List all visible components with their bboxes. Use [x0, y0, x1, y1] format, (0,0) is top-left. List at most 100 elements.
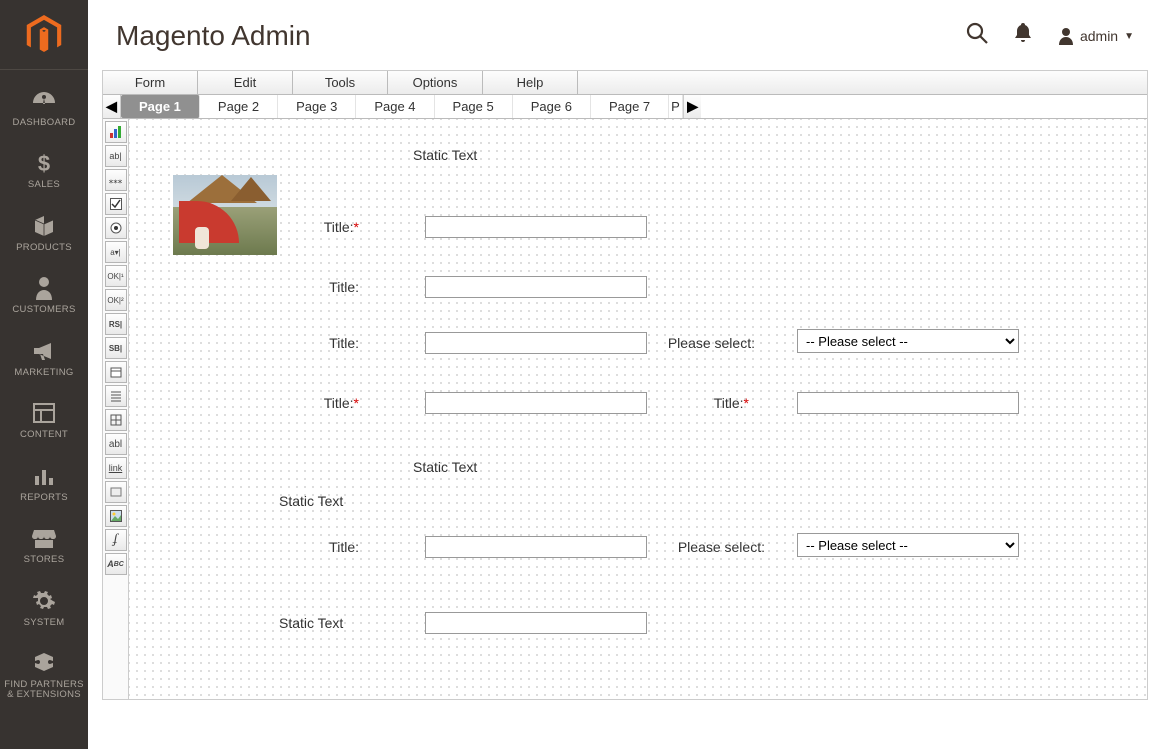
form-builder-menubar: Form Edit Tools Options Help — [103, 71, 1147, 95]
tool-list-icon[interactable] — [105, 385, 127, 407]
tab-page-5[interactable]: Page 5 — [435, 95, 513, 118]
user-name: admin — [1080, 28, 1118, 44]
input-title-3[interactable] — [425, 332, 647, 354]
menu-options[interactable]: Options — [388, 71, 483, 94]
nav-label: PRODUCTS — [16, 243, 72, 253]
image-element[interactable] — [173, 175, 277, 255]
tool-calendar-icon[interactable] — [105, 361, 127, 383]
menu-help[interactable]: Help — [483, 71, 578, 94]
tool-password-icon[interactable]: ⁎⁎⁎ — [105, 169, 127, 191]
form-builder-tabs: ◀ Page 1 Page 2 Page 3 Page 4 Page 5 Pag… — [103, 95, 1147, 119]
tool-rs-icon[interactable]: RS| — [105, 313, 127, 335]
bar-chart-icon — [33, 463, 55, 489]
caret-down-icon: ▼ — [1124, 31, 1134, 42]
label-title-4[interactable]: Title:* — [299, 395, 359, 411]
canvas-scroll[interactable]: Static Text Title:* Title: Title: Please… — [129, 119, 1147, 699]
nav-label: STORES — [24, 555, 65, 565]
static-text-3[interactable]: Static Text — [279, 493, 343, 509]
tabs-scroll-left[interactable]: ◀ — [103, 95, 121, 118]
tool-captcha-icon[interactable]: ABC — [105, 553, 127, 575]
tool-image-icon[interactable] — [105, 505, 127, 527]
tool-grid-icon[interactable] — [105, 409, 127, 431]
toolbox: ab| ⁎⁎⁎ a▾| OK|¹ OK|² RS| SB| abl link ʄ… — [103, 119, 129, 699]
static-text-2[interactable]: Static Text — [413, 459, 477, 475]
tool-button-ok-icon[interactable]: OK|¹ — [105, 265, 127, 287]
tool-radio-icon[interactable] — [105, 217, 127, 239]
nav-label: SYSTEM — [24, 618, 65, 628]
nav-stores[interactable]: STORES — [0, 515, 88, 577]
nav-partners[interactable]: FIND PARTNERS & EXTENSIONS — [0, 640, 88, 713]
tool-chart-icon[interactable] — [105, 121, 127, 143]
tab-page-4[interactable]: Page 4 — [356, 95, 434, 118]
nav-marketing[interactable]: MARKETING — [0, 328, 88, 390]
layout-icon — [33, 400, 55, 426]
main-area: Magento Admin admin ▼ Form Edit Tools Op… — [88, 0, 1162, 749]
nav-label: SALES — [28, 180, 60, 190]
dashboard-icon — [31, 88, 57, 114]
input-title-2[interactable] — [425, 276, 647, 298]
tabs-scroll-right[interactable]: ▶ — [683, 95, 701, 118]
nav-system[interactable]: SYSTEM — [0, 578, 88, 640]
nav-label: MARKETING — [14, 368, 73, 378]
input-title-6[interactable] — [425, 536, 647, 558]
tab-page-6[interactable]: Page 6 — [513, 95, 591, 118]
label-title-1[interactable]: Title:* — [299, 219, 359, 235]
tool-sb-icon[interactable]: SB| — [105, 337, 127, 359]
label-please-select-1[interactable]: Please select: — [655, 335, 755, 351]
nav-customers[interactable]: CUSTOMERS — [0, 265, 88, 327]
canvas[interactable]: Static Text Title:* Title: Title: Please… — [129, 119, 1147, 699]
tab-page-partial[interactable]: P — [669, 95, 683, 118]
tool-signature-icon[interactable]: ʄ — [105, 529, 127, 551]
tool-label-icon[interactable]: abl — [105, 433, 127, 455]
tool-textarea-icon[interactable]: a▾| — [105, 241, 127, 263]
tool-rectangle-icon[interactable] — [105, 481, 127, 503]
static-text-4[interactable]: Static Text — [279, 615, 343, 631]
nav-reports[interactable]: REPORTS — [0, 453, 88, 515]
tool-textfield-icon[interactable]: ab| — [105, 145, 127, 167]
store-icon — [32, 525, 56, 551]
tool-link-icon[interactable]: link — [105, 457, 127, 479]
nav-label: CUSTOMERS — [12, 305, 75, 315]
nav-label: FIND PARTNERS & EXTENSIONS — [4, 680, 84, 701]
page-header: Magento Admin admin ▼ — [88, 0, 1162, 70]
select-1[interactable]: -- Please select -- — [797, 329, 1019, 353]
label-title-6[interactable]: Title: — [299, 539, 359, 555]
tool-button-ok2-icon[interactable]: OK|² — [105, 289, 127, 311]
puzzle-icon — [33, 650, 55, 676]
select-2[interactable]: -- Please select -- — [797, 533, 1019, 557]
nav-sales[interactable]: $ SALES — [0, 140, 88, 202]
nav-label: DASHBOARD — [13, 118, 76, 128]
nav-content[interactable]: CONTENT — [0, 390, 88, 452]
page-title: Magento Admin — [116, 20, 311, 52]
input-title-4[interactable] — [425, 392, 647, 414]
static-text-1[interactable]: Static Text — [413, 147, 477, 163]
notifications-icon[interactable] — [1014, 23, 1032, 49]
label-title-5[interactable]: Title:* — [689, 395, 749, 411]
tool-checkbox-icon[interactable] — [105, 193, 127, 215]
nav-label: CONTENT — [20, 430, 68, 440]
tab-page-2[interactable]: Page 2 — [200, 95, 278, 118]
dollar-icon: $ — [36, 150, 52, 176]
user-menu[interactable]: admin ▼ — [1058, 27, 1134, 45]
label-title-2[interactable]: Title: — [299, 279, 359, 295]
nav-dashboard[interactable]: DASHBOARD — [0, 78, 88, 140]
tab-page-7[interactable]: Page 7 — [591, 95, 669, 118]
magento-logo[interactable] — [0, 0, 88, 70]
input-static-text[interactable] — [425, 612, 647, 634]
label-please-select-2[interactable]: Please select: — [665, 539, 765, 555]
tab-page-3[interactable]: Page 3 — [278, 95, 356, 118]
menu-edit[interactable]: Edit — [198, 71, 293, 94]
magento-logo-icon — [26, 15, 62, 55]
nav-products[interactable]: PRODUCTS — [0, 203, 88, 265]
tab-page-1[interactable]: Page 1 — [121, 95, 200, 118]
user-icon — [1058, 27, 1074, 45]
gear-icon — [33, 588, 55, 614]
label-title-3[interactable]: Title: — [299, 335, 359, 351]
input-title-5[interactable] — [797, 392, 1019, 414]
form-builder: Form Edit Tools Options Help ◀ Page 1 Pa… — [102, 70, 1148, 700]
input-title-1[interactable] — [425, 216, 647, 238]
person-icon — [35, 275, 53, 301]
search-icon[interactable] — [966, 22, 988, 50]
menu-tools[interactable]: Tools — [293, 71, 388, 94]
menu-form[interactable]: Form — [103, 71, 198, 94]
